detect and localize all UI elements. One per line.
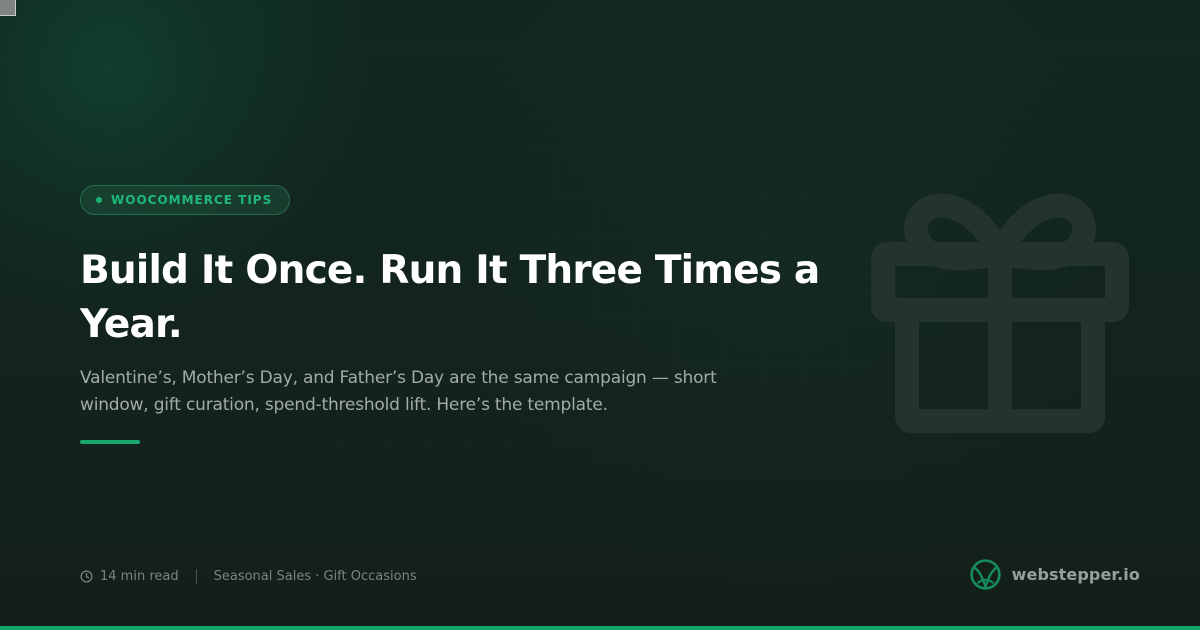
article-subtitle: Valentine’s, Mother’s Day, and Father’s …	[80, 368, 717, 415]
category-badge: WOOCOMMERCE TIPS	[80, 185, 291, 215]
brand-name: webstepper.io	[1011, 565, 1140, 584]
accent-rule	[80, 440, 140, 444]
meta-divider	[195, 568, 197, 584]
article-headline: Build It Once. Run It Three Times a Year…	[80, 248, 820, 347]
read-time-label: 14 min read	[100, 568, 179, 584]
badge-dot-icon	[96, 197, 102, 203]
category-badge-label: WOOCOMMERCE TIPS	[111, 193, 273, 207]
bottom-accent-bar	[0, 626, 1200, 630]
article-meta: 14 min read Seasonal Sales · Gift Occasi…	[80, 566, 417, 586]
clock-icon	[80, 570, 93, 582]
brand-lockup: webstepper.io	[969, 558, 1140, 591]
webstepper-logo-icon	[970, 559, 1001, 590]
read-time: 14 min read	[80, 569, 179, 584]
corner-marker	[0, 0, 16, 16]
blog-share-card: WOOCOMMERCE TIPS Build It Once. Run It T…	[0, 0, 1200, 630]
gift-icon	[871, 193, 1129, 433]
article-tags: Seasonal Sales · Gift Occasions	[213, 568, 417, 584]
